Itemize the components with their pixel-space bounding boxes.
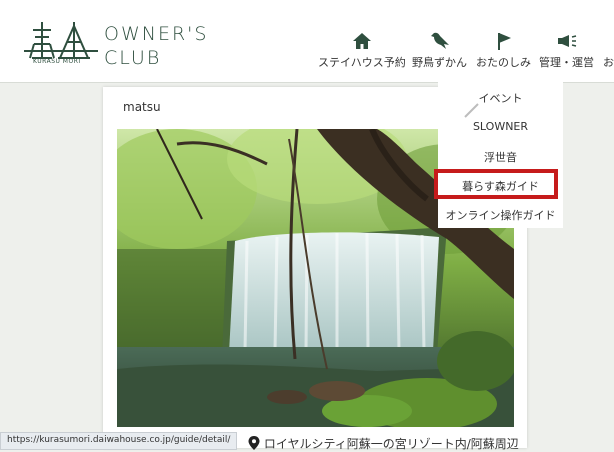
house-icon xyxy=(352,33,371,49)
nav-label: おたのしみ xyxy=(476,56,531,69)
nav-fun[interactable]: おたのしみ xyxy=(476,30,531,70)
dropdown-item-online-guide[interactable]: オンライン操作ガイド xyxy=(438,207,563,223)
nav-management[interactable]: 管理・運営 xyxy=(539,30,594,70)
brand-title[interactable]: OWNER'S CLUB xyxy=(104,22,208,70)
nav-stay-house[interactable]: ステイハウス予約 xyxy=(318,30,406,70)
flag-icon xyxy=(497,33,511,50)
brand-line-1: OWNER'S xyxy=(104,23,209,45)
nav-more-partial[interactable]: お xyxy=(603,30,614,70)
nav-label: ステイハウス予約 xyxy=(318,56,406,69)
bird-icon xyxy=(430,32,449,49)
forest-gate-icon[interactable] xyxy=(22,20,102,74)
nav-label: 管理・運営 xyxy=(539,56,594,69)
location-text: ロイヤルシティ阿蘇一の宮リゾート内/阿蘇周辺 xyxy=(263,437,519,451)
nav-label: 野鳥ずかん xyxy=(412,56,467,69)
nav-label: お xyxy=(603,56,614,69)
site-header: KURASU MORI OWNER'S CLUB ステイハウス予約 野鳥ずかん … xyxy=(0,0,614,83)
brand-line-2: CLUB xyxy=(104,47,162,69)
logo-subtext: KURASU MORI xyxy=(33,58,81,65)
dropdown-item-ukiyone[interactable]: 浮世音 xyxy=(438,149,563,165)
dropdown-item-slowner[interactable]: SLOWNER xyxy=(438,120,563,133)
post-username[interactable]: matsu xyxy=(123,100,161,114)
highlight-box xyxy=(434,169,558,199)
nav-bird-guide[interactable]: 野鳥ずかん xyxy=(412,30,467,70)
dropdown-item-event[interactable]: イベント xyxy=(438,90,563,106)
post-location[interactable]: ロイヤルシティ阿蘇一の宮リゾート内/阿蘇周辺 xyxy=(248,435,519,452)
status-bar-url: https://kurasumori.daiwahouse.co.jp/guid… xyxy=(0,432,238,450)
megaphone-icon xyxy=(557,35,576,47)
